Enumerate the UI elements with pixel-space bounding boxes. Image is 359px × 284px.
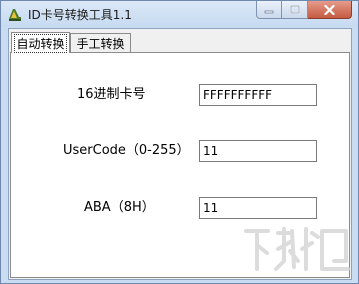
- close-button[interactable]: [308, 1, 352, 19]
- hex-card-input[interactable]: [199, 84, 317, 106]
- usercode-label: UserCode（0-255）: [63, 143, 190, 158]
- tab-label: 自动转换: [14, 33, 67, 53]
- title-bar[interactable]: ID卡号转换工具1.1: [1, 1, 358, 27]
- tab-label: 手工转换: [76, 36, 125, 51]
- maximize-icon: [289, 5, 300, 14]
- window-controls: [256, 1, 352, 20]
- app-icon: [7, 6, 23, 22]
- minimize-icon: [264, 10, 274, 13]
- aba-input[interactable]: [199, 197, 317, 219]
- tab-auto-convert[interactable]: 自动转换: [11, 32, 70, 53]
- hex-card-label: 16进制卡号: [77, 87, 146, 102]
- minimize-button[interactable]: [256, 1, 282, 19]
- aba-label: ABA（8H）: [84, 200, 155, 215]
- app-window: ID卡号转换工具1.1 自动转换 手工转换 16进制卡号 FFFFFFFFFF …: [0, 0, 359, 284]
- maximize-button[interactable]: [282, 1, 308, 19]
- window-title: ID卡号转换工具1.1: [28, 8, 132, 22]
- close-icon: [324, 4, 335, 15]
- usercode-input[interactable]: [199, 140, 317, 162]
- tab-manual-convert[interactable]: 手工转换: [70, 33, 131, 52]
- watermark-logo: [244, 227, 350, 271]
